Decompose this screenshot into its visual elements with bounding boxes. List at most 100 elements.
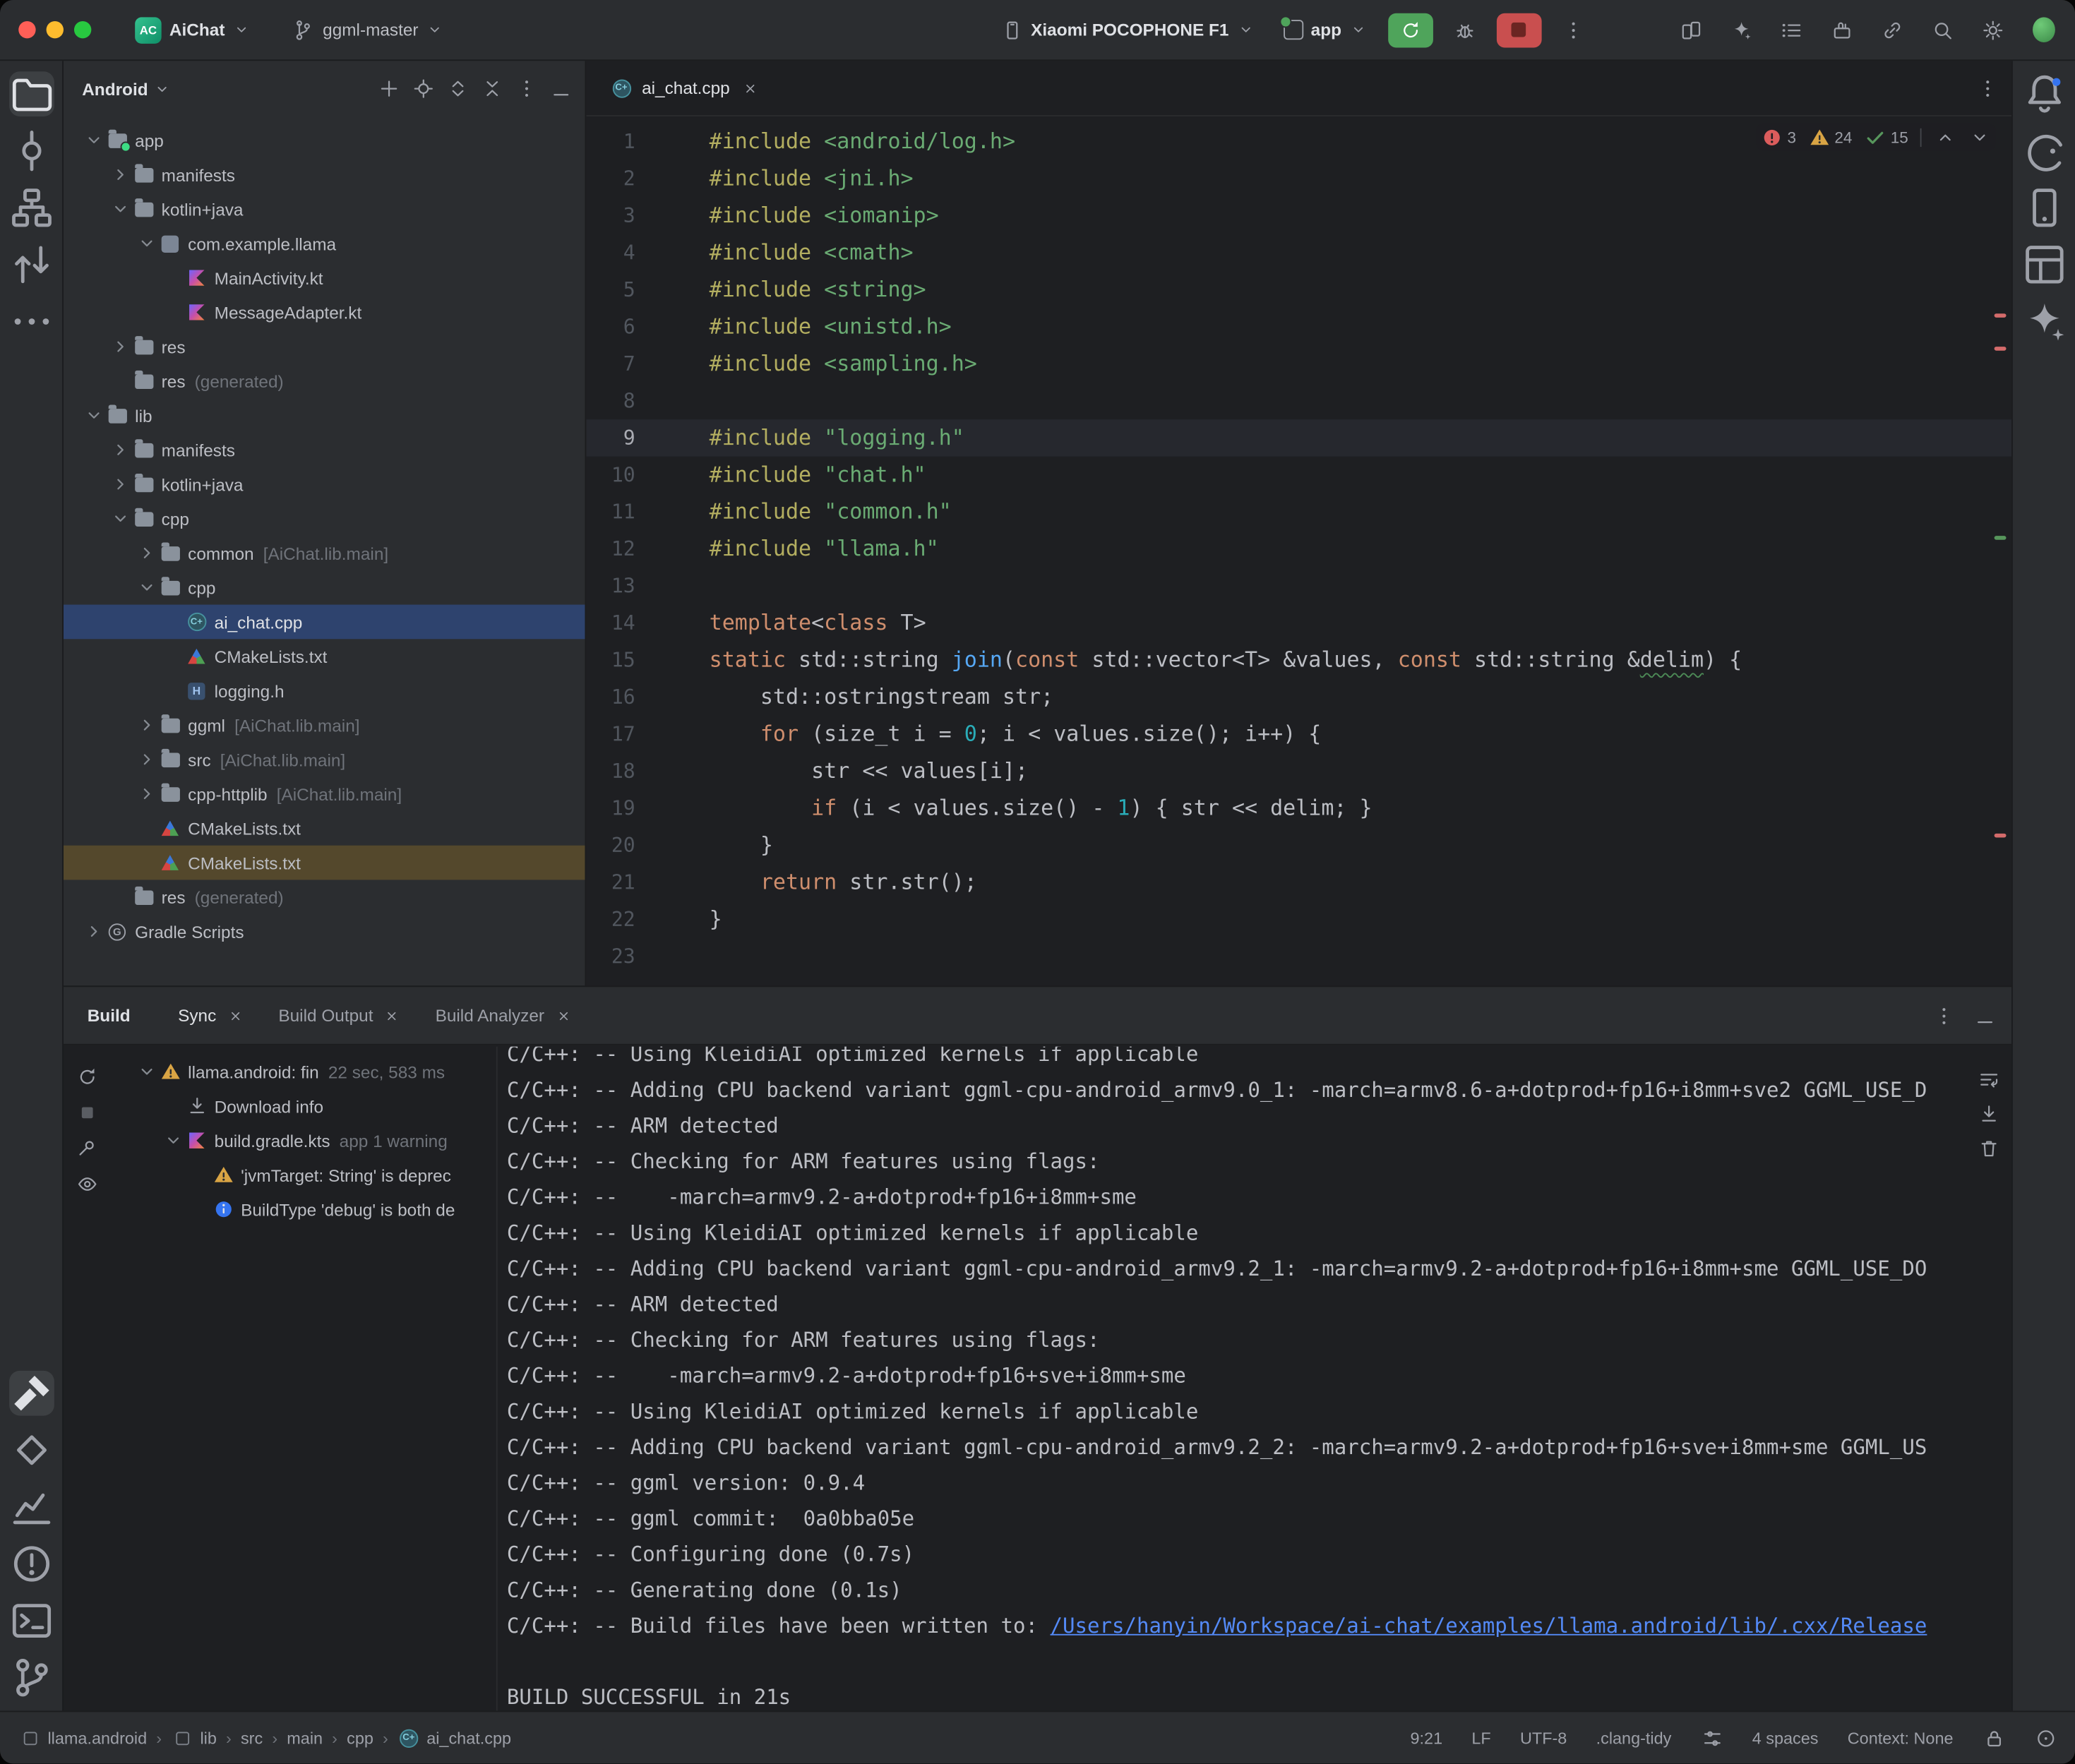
tree-item-cmakelists-txt[interactable]: CMakeLists.txt — [64, 846, 585, 880]
tree-item-cmakelists-txt[interactable]: CMakeLists.txt — [64, 811, 585, 846]
tree-item-messageadapter-kt[interactable]: MessageAdapter.kt — [64, 295, 585, 330]
device-explorer-tool-button[interactable] — [2021, 185, 2067, 230]
add-icon[interactable] — [377, 78, 400, 100]
pull-requests-tool-button[interactable] — [8, 242, 54, 287]
tree-item-cpp[interactable]: cpp — [64, 501, 585, 536]
pin-icon[interactable] — [76, 1136, 98, 1159]
lock-widget[interactable] — [1983, 1727, 2005, 1749]
close-tab-icon[interactable] — [739, 77, 762, 100]
collapse-all-icon[interactable] — [480, 78, 503, 100]
breadcrumb-item-cpp[interactable]: cpp — [347, 1729, 373, 1747]
build-options-icon[interactable] — [1932, 1004, 1955, 1027]
tree-item-manifests[interactable]: manifests — [64, 433, 585, 467]
clear-icon[interactable] — [1977, 1136, 1999, 1159]
tree-item-res[interactable]: res — [64, 330, 585, 364]
tree-item-build-gradle-kts[interactable]: build.gradle.ktsapp 1 warning — [121, 1123, 496, 1158]
tree-item-com-example-llama[interactable]: com.example.llama — [64, 227, 585, 261]
more-vertical-icon[interactable] — [515, 78, 537, 100]
editor-options-icon[interactable] — [1975, 77, 1998, 100]
settings-button[interactable] — [1975, 11, 2011, 48]
tree-item-ai-chat-cpp[interactable]: C+ai_chat.cpp — [64, 605, 585, 640]
tree-item-common[interactable]: common[AiChat.lib.main] — [64, 536, 585, 570]
debug-button[interactable] — [1446, 11, 1483, 48]
more-horizontal-tool-button[interactable] — [8, 299, 54, 344]
expand-all-icon[interactable] — [446, 78, 469, 100]
hide-tool-window-icon[interactable] — [1973, 1004, 1996, 1027]
project-view-selector[interactable]: Android — [82, 79, 148, 99]
build-tool-button[interactable] — [8, 1371, 54, 1416]
task-list-button[interactable] — [1774, 11, 1810, 48]
device-selector[interactable]: Xiaomi POCOPHONE F1 — [993, 10, 1262, 49]
link-button[interactable] — [1874, 11, 1910, 48]
console-file-link[interactable]: /Users/hanyin/Workspace/ai-chat/examples… — [1051, 1614, 1927, 1638]
error-stripe-mark[interactable] — [1995, 347, 2007, 351]
caret-position[interactable]: 9:21 — [1411, 1729, 1443, 1747]
project-selector[interactable]: AC AiChat — [127, 10, 258, 49]
tree-item-res[interactable]: res(generated) — [64, 880, 585, 914]
clang-tidy-widget[interactable]: .clang-tidy — [1596, 1729, 1672, 1747]
scroll-end-icon[interactable] — [1977, 1102, 1999, 1124]
layout-inspector-tool-button[interactable] — [2021, 242, 2067, 287]
breadcrumb-item-main[interactable]: main — [287, 1729, 323, 1747]
tree-item-logging-h[interactable]: Hlogging.h — [64, 673, 585, 708]
more-run-actions-button[interactable] — [1555, 11, 1591, 48]
tree-item-src[interactable]: src[AiChat.lib.main] — [64, 743, 585, 777]
profile-button[interactable] — [2025, 11, 2062, 48]
encoding-selector[interactable]: UTF-8 — [1520, 1729, 1567, 1747]
tree-item-gradle-scripts[interactable]: GGradle Scripts — [64, 914, 585, 949]
close-icon[interactable] — [381, 1004, 404, 1027]
line-ending-selector[interactable]: LF — [1471, 1729, 1490, 1747]
breadcrumb-item-llama-android[interactable]: llama.android — [18, 1727, 147, 1749]
structure-tool-button[interactable] — [8, 185, 54, 230]
project-tool-button[interactable] — [8, 71, 54, 116]
formatter-widget[interactable] — [1701, 1727, 1723, 1749]
inspections-widget[interactable]: 3 24 15 — [1756, 123, 1996, 150]
tree-item-res[interactable]: res(generated) — [64, 364, 585, 398]
tree-item-manifests[interactable]: manifests — [64, 157, 585, 192]
commit-tool-button[interactable] — [8, 128, 54, 174]
soft-wrap-icon[interactable] — [1977, 1068, 1999, 1091]
locate-icon[interactable] — [412, 78, 434, 100]
tree-item-lib[interactable]: lib — [64, 398, 585, 433]
tree-item-cmakelists-txt[interactable]: CMakeLists.txt — [64, 639, 585, 673]
breadcrumb-item-lib[interactable]: lib — [171, 1727, 217, 1749]
plugins-button[interactable] — [1824, 11, 1860, 48]
search-button[interactable] — [1924, 11, 1961, 48]
next-problem-icon[interactable] — [1968, 126, 1990, 148]
tree-item-ggml[interactable]: ggml[AiChat.lib.main] — [64, 708, 585, 743]
breadcrumb-item-src[interactable]: src — [241, 1729, 263, 1747]
minimize-window-button[interactable] — [47, 21, 64, 38]
error-stripe-mark[interactable] — [1995, 313, 2007, 318]
branch-selector[interactable]: ggml-master — [285, 10, 452, 49]
ai-assistant-button[interactable] — [1723, 11, 1759, 48]
indent-widget[interactable]: 4 spaces — [1752, 1729, 1819, 1747]
close-icon[interactable] — [225, 1004, 247, 1027]
gradle-tool-button[interactable] — [2021, 128, 2067, 174]
stop-button[interactable] — [1496, 13, 1541, 47]
tab-ai-chat-cpp[interactable]: C+ ai_chat.cpp — [597, 61, 775, 116]
device-pairing-button[interactable] — [1673, 11, 1709, 48]
hide-icon[interactable] — [549, 78, 572, 100]
analysis-status-widget[interactable] — [2034, 1727, 2057, 1749]
tree-item-kotlin-java[interactable]: kotlin+java — [64, 467, 585, 502]
notifications-tool-button[interactable] — [2021, 71, 2067, 116]
stop-icon[interactable] — [76, 1100, 98, 1123]
zoom-window-button[interactable] — [74, 21, 91, 38]
run-config-selector[interactable]: app — [1275, 10, 1375, 49]
terminal-tool-button[interactable] — [8, 1598, 54, 1643]
tree-item-cpp-httplib[interactable]: cpp-httplib[AiChat.lib.main] — [64, 776, 585, 811]
app-quality-insights-tool-button[interactable] — [8, 1427, 54, 1472]
tree-item-download-info[interactable]: Download info — [121, 1089, 496, 1124]
ai-assistant-tool-button[interactable] — [2021, 299, 2067, 344]
breadcrumb-item-ai-chat-cpp[interactable]: C+ai_chat.cpp — [397, 1727, 511, 1749]
build-console[interactable]: C/C++: -- Using KleidiAI optimized kerne… — [496, 1047, 2011, 1711]
run-button[interactable] — [1388, 13, 1433, 47]
prev-problem-icon[interactable] — [1933, 126, 1956, 148]
tab-sync[interactable]: Sync — [165, 987, 260, 1044]
git-tool-button[interactable] — [8, 1655, 54, 1700]
tree-item-buildtype-debug-is-both-de[interactable]: BuildType 'debug' is both de — [121, 1192, 496, 1227]
build-tool-window-title[interactable]: Build — [88, 1006, 131, 1026]
error-stripe-mark[interactable] — [1995, 536, 2007, 540]
tree-item-cpp[interactable]: cpp — [64, 570, 585, 605]
rerun-icon[interactable] — [76, 1065, 98, 1088]
